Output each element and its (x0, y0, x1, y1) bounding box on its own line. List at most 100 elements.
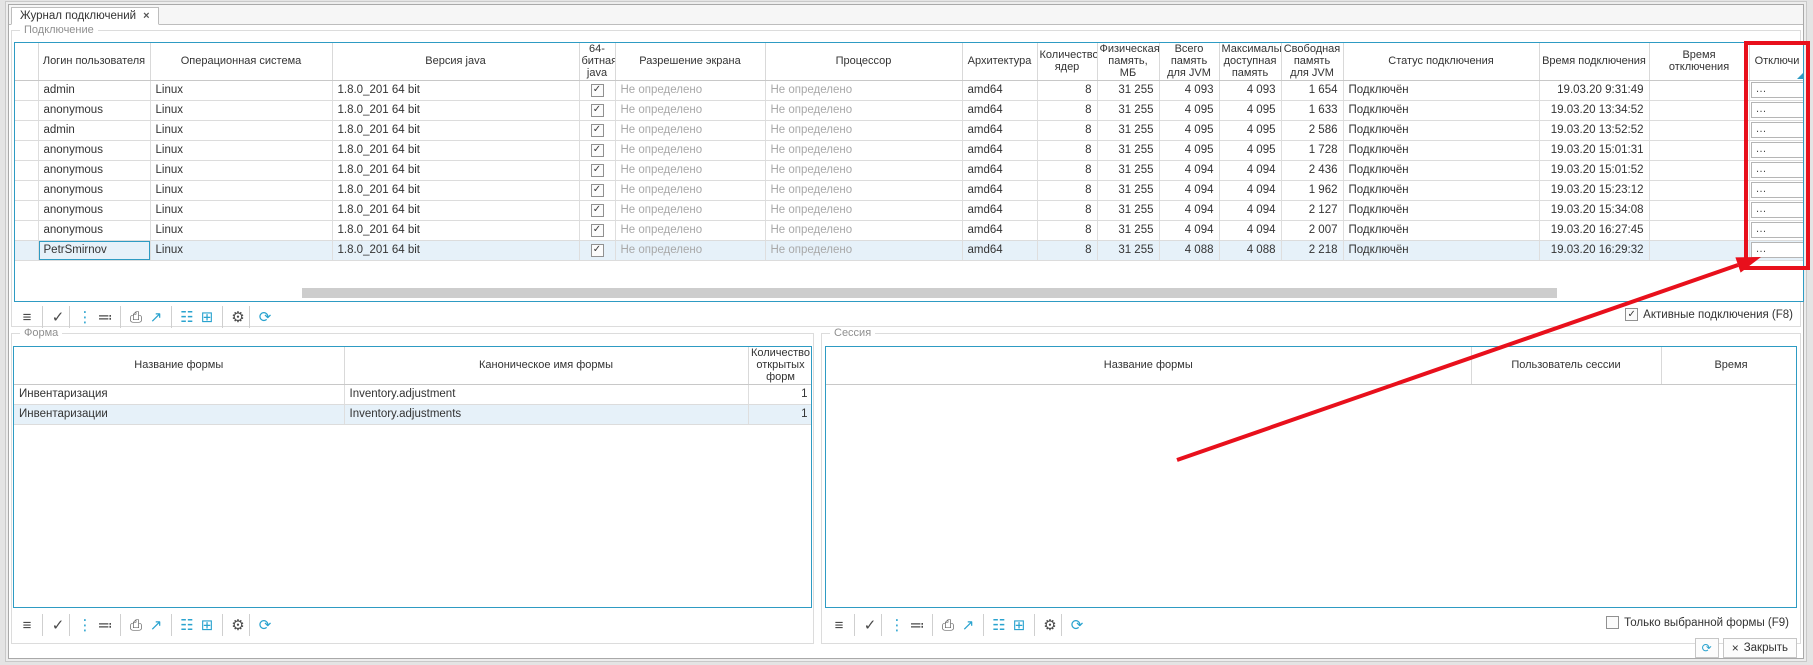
row-selector-cell[interactable] (15, 180, 38, 200)
refresh-button[interactable]: ⟳ (1695, 638, 1719, 658)
java-version-cell[interactable]: 1.8.0_201 64 bit (332, 140, 579, 160)
Инвентаризация[interactable]: Инвентаризация Inventory.adjustment 1 (14, 384, 812, 404)
cpu-cell[interactable]: Не определено (765, 200, 962, 220)
status-cell[interactable]: Подключён (1343, 140, 1539, 160)
login-cell[interactable]: PetrSmirnov (38, 240, 150, 260)
free-memory-cell[interactable]: 2 436 (1281, 160, 1343, 180)
os-cell[interactable]: Linux (150, 140, 332, 160)
cpu-cell[interactable]: Не определено (765, 120, 962, 140)
row-selector-cell[interactable] (15, 120, 38, 140)
java-version-cell[interactable]: 1.8.0_201 64 bit (332, 120, 579, 140)
disconnect-time-cell[interactable] (1649, 240, 1749, 260)
connection-row[interactable]: admin Linux 1.8.0_201 64 bit ✓ Не опреде… (15, 120, 1804, 140)
free-memory-cell[interactable]: 1 633 (1281, 100, 1343, 120)
filter-icon[interactable]: ≡ (15, 614, 39, 636)
column-header[interactable]: Процессор (765, 43, 962, 80)
numbered-list-icon[interactable]: ⋮ (69, 306, 93, 328)
free-memory-cell[interactable]: 2 007 (1281, 220, 1343, 240)
column-header[interactable]: Количество ядер (1037, 43, 1097, 80)
architecture-cell[interactable]: amd64 (962, 100, 1037, 120)
os-cell[interactable]: Linux (150, 120, 332, 140)
grid-view-icon[interactable]: ⊞ (195, 306, 219, 328)
java-version-cell[interactable]: 1.8.0_201 64 bit (332, 80, 579, 100)
refresh-icon[interactable]: ⟳ (249, 614, 273, 636)
x64-cell[interactable]: ✓ (579, 120, 615, 140)
physical-memory-cell[interactable]: 31 255 (1097, 180, 1159, 200)
filter-icon[interactable]: ≡ (827, 614, 851, 636)
connect-time-cell[interactable]: 19.03.20 16:29:32 (1539, 240, 1649, 260)
login-cell[interactable]: anonymous (38, 160, 150, 180)
form-canonical-cell[interactable]: Inventory.adjustment (344, 384, 748, 404)
total-memory-cell[interactable]: 4 094 (1159, 200, 1219, 220)
free-memory-cell[interactable]: 1 654 (1281, 80, 1343, 100)
max-memory-cell[interactable]: 4 094 (1219, 160, 1281, 180)
connection-row[interactable]: anonymous Linux 1.8.0_201 64 bit ✓ Не оп… (15, 140, 1804, 160)
java-version-cell[interactable]: 1.8.0_201 64 bit (332, 160, 579, 180)
physical-memory-cell[interactable]: 31 255 (1097, 120, 1159, 140)
column-header[interactable]: Операционная система (150, 43, 332, 80)
tab-connection-log[interactable]: Журнал подключений × (11, 7, 159, 25)
connection-row[interactable]: anonymous Linux 1.8.0_201 64 bit ✓ Не оп… (15, 200, 1804, 220)
refresh-icon[interactable]: ⟳ (1061, 614, 1085, 636)
status-cell[interactable]: Подключён (1343, 180, 1539, 200)
free-memory-cell[interactable]: 2 127 (1281, 200, 1343, 220)
connection-row[interactable]: anonymous Linux 1.8.0_201 64 bit ✓ Не оп… (15, 160, 1804, 180)
print-icon[interactable]: ⎙ (120, 614, 144, 636)
disconnect-button[interactable]: … (1751, 82, 1804, 98)
total-memory-cell[interactable]: 4 094 (1159, 160, 1219, 180)
resolution-cell[interactable]: Не определено (615, 220, 765, 240)
physical-memory-cell[interactable]: 31 255 (1097, 220, 1159, 240)
row-selector-cell[interactable] (15, 100, 38, 120)
row-selector-cell[interactable] (15, 160, 38, 180)
add-row-icon[interactable]: ≕ (93, 306, 117, 328)
column-header[interactable]: Логин пользователя (38, 43, 150, 80)
os-cell[interactable]: Linux (150, 80, 332, 100)
disconnect-button[interactable]: … (1751, 162, 1804, 178)
column-header[interactable]: Всего память для JVM (1159, 43, 1219, 80)
login-cell[interactable]: anonymous (38, 100, 150, 120)
cores-cell[interactable]: 8 (1037, 180, 1097, 200)
status-cell[interactable]: Подключён (1343, 240, 1539, 260)
login-cell[interactable]: anonymous (38, 220, 150, 240)
java-version-cell[interactable]: 1.8.0_201 64 bit (332, 240, 579, 260)
numbered-list-icon[interactable]: ⋮ (69, 614, 93, 636)
connect-time-cell[interactable]: 19.03.20 15:01:52 (1539, 160, 1649, 180)
filter-icon[interactable]: ≡ (15, 306, 39, 328)
column-header[interactable]: Время отключения (1649, 43, 1749, 80)
disconnect-button[interactable]: … (1751, 202, 1804, 218)
cpu-cell[interactable]: Не определено (765, 240, 962, 260)
cores-cell[interactable]: 8 (1037, 240, 1097, 260)
free-memory-cell[interactable]: 2 586 (1281, 120, 1343, 140)
column-header[interactable]: Название формы (14, 347, 344, 384)
list-view-icon[interactable]: ☷ (983, 614, 1007, 636)
export-icon[interactable]: ↗ (144, 306, 168, 328)
validate-icon[interactable]: ✓ (42, 306, 66, 328)
connection-row[interactable]: PetrSmirnov Linux 1.8.0_201 64 bit ✓ Не … (15, 240, 1804, 260)
add-row-icon[interactable]: ≕ (93, 614, 117, 636)
disconnect-time-cell[interactable] (1649, 120, 1749, 140)
row-selector-cell[interactable] (15, 220, 38, 240)
disconnect-button[interactable]: … (1751, 122, 1804, 138)
disconnect-time-cell[interactable] (1649, 200, 1749, 220)
list-view-icon[interactable]: ☷ (171, 306, 195, 328)
form-count-cell[interactable]: 1 (748, 384, 812, 404)
connect-time-cell[interactable]: 19.03.20 15:23:12 (1539, 180, 1649, 200)
connect-time-cell[interactable]: 19.03.20 13:34:52 (1539, 100, 1649, 120)
x64-cell[interactable]: ✓ (579, 160, 615, 180)
connect-time-cell[interactable]: 19.03.20 15:01:31 (1539, 140, 1649, 160)
cpu-cell[interactable]: Не определено (765, 80, 962, 100)
column-header[interactable] (15, 43, 38, 80)
column-header[interactable]: Разрешение экрана (615, 43, 765, 80)
connect-time-cell[interactable]: 19.03.20 16:27:45 (1539, 220, 1649, 240)
connection-row[interactable]: anonymous Linux 1.8.0_201 64 bit ✓ Не оп… (15, 220, 1804, 240)
physical-memory-cell[interactable]: 31 255 (1097, 200, 1159, 220)
physical-memory-cell[interactable]: 31 255 (1097, 240, 1159, 260)
cores-cell[interactable]: 8 (1037, 220, 1097, 240)
column-header[interactable]: Архитектура (962, 43, 1037, 80)
close-button[interactable]: × Закрыть (1723, 638, 1797, 658)
java-version-cell[interactable]: 1.8.0_201 64 bit (332, 200, 579, 220)
physical-memory-cell[interactable]: 31 255 (1097, 80, 1159, 100)
max-memory-cell[interactable]: 4 094 (1219, 180, 1281, 200)
x64-cell[interactable]: ✓ (579, 80, 615, 100)
connection-row[interactable]: anonymous Linux 1.8.0_201 64 bit ✓ Не оп… (15, 100, 1804, 120)
